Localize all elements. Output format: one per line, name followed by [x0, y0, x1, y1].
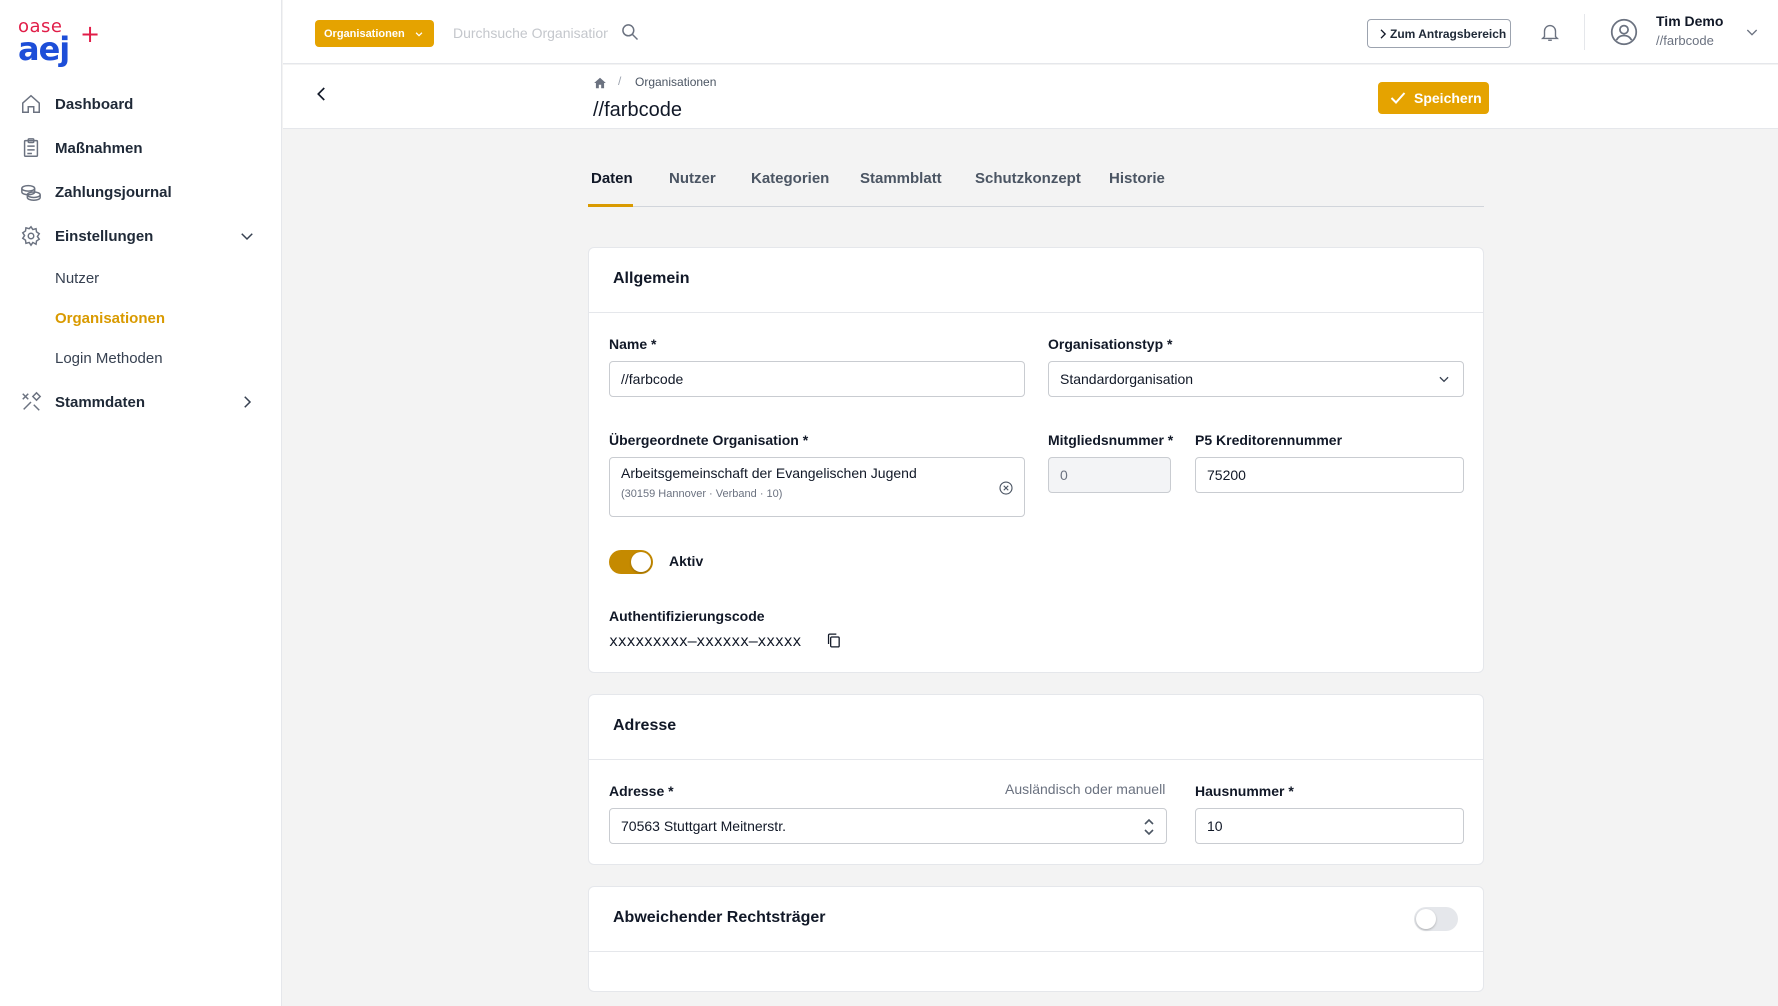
- page-title: //farbcode: [593, 99, 682, 121]
- allgemein-card: Allgemein Name * //farbcode Organisation…: [588, 247, 1484, 673]
- sidebar-item-massnahmen[interactable]: Maßnahmen: [0, 128, 282, 168]
- organisationstyp-select[interactable]: Standardorganisation: [1048, 361, 1464, 397]
- tab-stammblatt[interactable]: Stammblatt: [860, 170, 942, 187]
- mitgliedsnummer-value: 0: [1060, 467, 1068, 483]
- kreditorennummer-value: 75200: [1207, 467, 1246, 483]
- save-button-label: Speichern: [1414, 90, 1482, 106]
- chevron-down-icon[interactable]: [1744, 24, 1760, 40]
- sidebar: oase aej + Dashboard Maßnahmen Zahlungsj…: [0, 0, 282, 1006]
- hausnummer-label: Hausnummer *: [1195, 783, 1294, 799]
- sidebar-item-label: Maßnahmen: [55, 139, 143, 157]
- name-label: Name *: [609, 336, 657, 352]
- card-title: Adresse: [613, 717, 677, 734]
- coins-icon: [21, 184, 41, 201]
- aktiv-toggle[interactable]: [609, 550, 653, 574]
- sidebar-item-einstellungen[interactable]: Einstellungen: [0, 216, 282, 256]
- mitgliedsnummer-label: Mitgliedsnummer *: [1048, 432, 1174, 448]
- sort-updown-icon: [1144, 818, 1154, 836]
- clipboard-icon: [23, 138, 39, 157]
- adresse-card: Adresse Adresse * Ausländisch oder manue…: [588, 694, 1484, 865]
- adresse-value: 70563 Stuttgart Meitnerstr.: [621, 818, 786, 834]
- organisationstyp-label: Organisationstyp *: [1048, 336, 1173, 352]
- card-title: Abweichender Rechtsträger: [613, 909, 826, 926]
- organisation-dropdown-label: Organisationen: [324, 27, 405, 40]
- hausnummer-input[interactable]: 10: [1195, 808, 1464, 844]
- card-title: Allgemein: [613, 270, 690, 287]
- divider: [1584, 14, 1585, 50]
- home-icon[interactable]: [593, 76, 607, 90]
- bell-icon[interactable]: [1539, 21, 1561, 43]
- sidebar-item-label: Zahlungsjournal: [55, 183, 172, 201]
- parent-org-label: Übergeordnete Organisation *: [609, 432, 809, 448]
- sidebar-subitem-login-methoden[interactable]: Login Methoden: [55, 350, 163, 367]
- user-organisation: //farbcode: [1656, 33, 1714, 48]
- sidebar-item-dashboard[interactable]: Dashboard: [0, 84, 282, 124]
- parent-org-value: Arbeitsgemeinschaft der Evangelischen Ju…: [621, 465, 917, 481]
- active-tab-indicator: [588, 204, 633, 207]
- auth-code-value: xxxxxxxxx–xxxxxx–xxxxx: [609, 632, 802, 650]
- parent-org-details: (30159 Hannover · Verband · 10): [621, 488, 783, 500]
- tab-bar: Daten Nutzer Kategorien Stammblatt Schut…: [588, 160, 1484, 207]
- rechtstraeger-card: Abweichender Rechtsträger: [588, 886, 1484, 992]
- kreditorennummer-label: P5 Kreditorennummer: [1195, 432, 1343, 448]
- sidebar-item-label: Einstellungen: [55, 227, 154, 245]
- user-avatar-icon[interactable]: [1610, 18, 1638, 46]
- sidebar-item-zahlungsjournal[interactable]: Zahlungsjournal: [0, 172, 282, 212]
- manual-address-link[interactable]: Ausländisch oder manuell: [1005, 781, 1165, 797]
- rechtstraeger-toggle[interactable]: [1414, 907, 1458, 931]
- hausnummer-value: 10: [1207, 818, 1223, 834]
- sidebar-subitem-organisationen[interactable]: Organisationen: [55, 310, 165, 327]
- adresse-label: Adresse *: [609, 783, 674, 799]
- aktiv-label: Aktiv: [669, 553, 704, 569]
- name-value: //farbcode: [621, 371, 684, 387]
- sidebar-item-label: Dashboard: [55, 95, 134, 113]
- gear-icon: [21, 225, 41, 247]
- antragsbereich-label: Zum Antragsbereich: [1390, 26, 1507, 41]
- copy-icon[interactable]: [825, 632, 842, 649]
- organisation-dropdown[interactable]: Organisationen: [315, 20, 434, 47]
- toggle-knob: [1416, 909, 1436, 929]
- page-header: / Organisationen //farbcode Speichern: [283, 65, 1778, 129]
- chevron-down-icon: [241, 233, 253, 241]
- sidebar-subitem-nutzer[interactable]: Nutzer: [55, 270, 99, 287]
- parent-org-select[interactable]: Arbeitsgemeinschaft der Evangelischen Ju…: [609, 457, 1025, 517]
- chevron-right-icon: [244, 396, 252, 408]
- chevron-down-icon: [1439, 376, 1449, 383]
- back-arrow-icon[interactable]: [313, 85, 331, 103]
- tab-daten[interactable]: Daten: [591, 170, 633, 187]
- home-icon: [22, 94, 40, 113]
- toggle-knob: [631, 552, 651, 572]
- sidebar-item-label: Stammdaten: [55, 393, 146, 411]
- mitgliedsnummer-input: 0: [1048, 457, 1171, 493]
- breadcrumb-separator: /: [618, 74, 622, 88]
- search-input[interactable]: [453, 20, 608, 46]
- check-icon: [1390, 92, 1406, 104]
- chevron-down-icon: [415, 32, 423, 37]
- kreditorennummer-input[interactable]: 75200: [1195, 457, 1464, 493]
- organisationstyp-value: Standardorganisation: [1060, 371, 1194, 387]
- search-icon[interactable]: [620, 22, 640, 42]
- name-input[interactable]: //farbcode: [609, 361, 1025, 397]
- card-header: Adresse: [589, 695, 1483, 760]
- save-button[interactable]: Speichern: [1378, 82, 1489, 114]
- tab-schutzkonzept[interactable]: Schutzkonzept: [975, 170, 1081, 187]
- tab-kategorien[interactable]: Kategorien: [751, 170, 829, 187]
- card-header: Allgemein: [589, 248, 1483, 313]
- sidebar-item-stammdaten[interactable]: Stammdaten: [0, 382, 282, 422]
- logo-cross: +: [80, 20, 101, 48]
- adresse-select[interactable]: 70563 Stuttgart Meitnerstr.: [609, 808, 1167, 844]
- breadcrumb-organisationen[interactable]: Organisationen: [635, 75, 716, 89]
- antragsbereich-button[interactable]: Zum Antragsbereich: [1367, 19, 1511, 48]
- chevron-right-icon: [1380, 29, 1387, 39]
- top-bar: Organisationen Zum Antragsbereich Tim De…: [283, 0, 1778, 64]
- clear-circle-icon[interactable]: [997, 479, 1015, 497]
- tab-nutzer[interactable]: Nutzer: [669, 170, 716, 187]
- card-header: Abweichender Rechtsträger: [589, 887, 1483, 952]
- oase-aej-logo[interactable]: oase aej +: [18, 16, 101, 72]
- tab-historie[interactable]: Historie: [1109, 170, 1165, 187]
- logo-main-text: aej: [18, 30, 70, 68]
- tools-icon: [22, 391, 42, 411]
- user-name: Tim Demo: [1656, 13, 1724, 29]
- auth-code-label: Authentifizierungscode: [609, 608, 765, 624]
